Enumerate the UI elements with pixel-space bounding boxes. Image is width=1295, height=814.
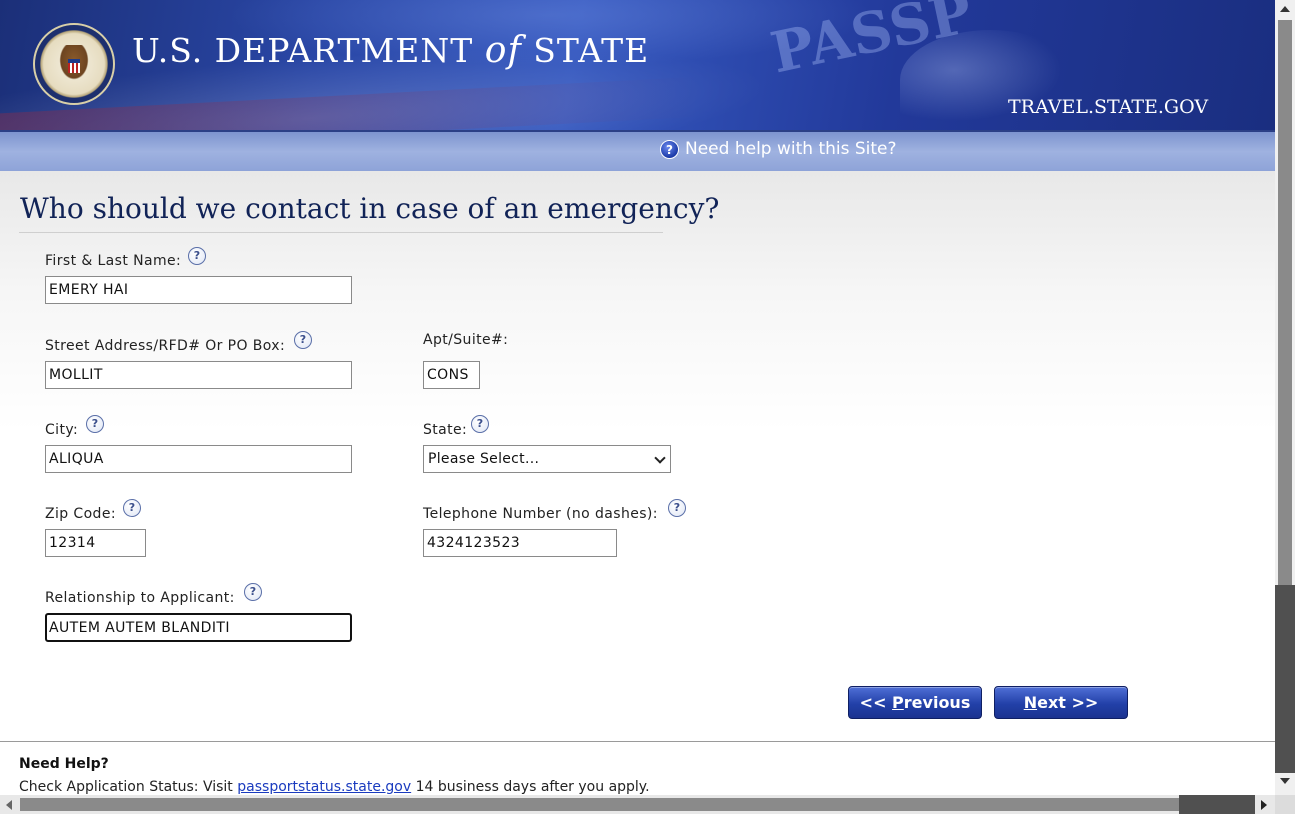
state-label: State: bbox=[423, 422, 468, 438]
phone-help-icon[interactable]: ? bbox=[668, 499, 686, 517]
next-label: ext >> bbox=[1037, 693, 1099, 712]
site-help-link[interactable]: Need help with this Site? bbox=[685, 139, 897, 159]
phone-label: Telephone Number (no dashes): bbox=[423, 506, 658, 522]
title-divider bbox=[19, 232, 663, 233]
scrollbar-corner bbox=[1275, 795, 1295, 814]
name-help-icon[interactable]: ? bbox=[188, 247, 206, 265]
relationship-help-icon[interactable]: ? bbox=[244, 583, 262, 601]
scroll-left-arrow-icon[interactable] bbox=[6, 800, 12, 810]
street-help-icon[interactable]: ? bbox=[294, 331, 312, 349]
previous-label: revious bbox=[903, 693, 971, 712]
department-seal-logo[interactable] bbox=[33, 23, 115, 105]
street-label: Street Address/RFD# Or PO Box: bbox=[45, 338, 286, 354]
zip-input[interactable] bbox=[45, 529, 146, 557]
department-title[interactable]: U.S. DEPARTMENT of STATE bbox=[132, 30, 649, 71]
status-suffix: 14 business days after you apply. bbox=[411, 779, 650, 795]
apt-label: Apt/Suite#: bbox=[423, 332, 509, 348]
previous-button[interactable]: << Previous bbox=[848, 686, 982, 719]
scroll-up-arrow-icon[interactable] bbox=[1280, 6, 1290, 12]
state-help-icon[interactable]: ? bbox=[471, 415, 489, 433]
phone-input[interactable] bbox=[423, 529, 617, 557]
dept-title-suffix: STATE bbox=[533, 31, 650, 70]
apt-input[interactable] bbox=[423, 361, 480, 389]
horizontal-scrollbar[interactable] bbox=[0, 795, 1275, 814]
shield-icon bbox=[68, 59, 80, 73]
zip-label: Zip Code: bbox=[45, 506, 116, 522]
zip-help-icon[interactable]: ? bbox=[123, 499, 141, 517]
dept-title-of: of bbox=[484, 30, 522, 71]
name-input[interactable] bbox=[45, 276, 352, 304]
chevron-down-icon bbox=[654, 452, 666, 464]
city-help-icon[interactable]: ? bbox=[86, 415, 104, 433]
previous-accesskey: P bbox=[892, 693, 904, 712]
vertical-scrollbar[interactable] bbox=[1275, 0, 1295, 795]
horizontal-scroll-track[interactable] bbox=[1179, 795, 1255, 814]
horizontal-scroll-thumb[interactable] bbox=[20, 798, 1179, 811]
street-input[interactable] bbox=[45, 361, 352, 389]
next-accesskey: N bbox=[1023, 693, 1038, 712]
name-label: First & Last Name: bbox=[45, 253, 182, 269]
vertical-scroll-track[interactable] bbox=[1275, 585, 1295, 773]
dept-title-prefix: U.S. DEPARTMENT bbox=[132, 31, 474, 70]
relationship-input[interactable] bbox=[45, 613, 352, 642]
previous-arrows: << bbox=[859, 693, 887, 712]
scroll-down-arrow-icon[interactable] bbox=[1280, 778, 1290, 784]
city-input[interactable] bbox=[45, 445, 352, 473]
state-select[interactable]: Please Select... bbox=[423, 445, 671, 473]
site-header-banner: U.S. DEPARTMENT of STATE PASSP TRAVEL.ST… bbox=[0, 0, 1275, 130]
passport-status-link[interactable]: passportstatus.state.gov bbox=[237, 779, 411, 795]
state-select-value: Please Select... bbox=[428, 451, 540, 467]
footer-divider bbox=[0, 741, 1275, 742]
page-title: Who should we contact in case of an emer… bbox=[20, 192, 720, 225]
site-name-link[interactable]: TRAVEL.STATE.GOV bbox=[1008, 96, 1208, 118]
relationship-label: Relationship to Applicant: bbox=[45, 590, 235, 606]
scroll-right-arrow-icon[interactable] bbox=[1261, 800, 1267, 810]
help-bar: ? Need help with this Site? bbox=[0, 130, 1275, 171]
next-button[interactable]: Next >> bbox=[994, 686, 1128, 719]
page-viewport: U.S. DEPARTMENT of STATE PASSP TRAVEL.ST… bbox=[0, 0, 1275, 795]
vertical-scroll-thumb[interactable] bbox=[1278, 20, 1292, 585]
help-circle-icon[interactable]: ? bbox=[660, 140, 679, 159]
city-label: City: bbox=[45, 422, 79, 438]
footer-help-title: Need Help? bbox=[19, 756, 109, 772]
status-prefix: Check Application Status: Visit bbox=[19, 779, 238, 795]
footer-status-text: Check Application Status: Visit passport… bbox=[19, 779, 650, 795]
